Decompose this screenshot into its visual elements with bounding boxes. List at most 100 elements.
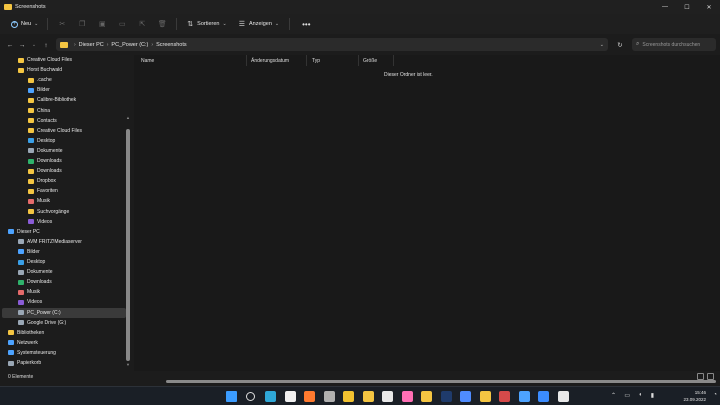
volume-icon[interactable]: ◖	[638, 392, 642, 398]
sidebar-item[interactable]: Videos	[2, 297, 126, 307]
details-view-icon[interactable]	[697, 373, 704, 380]
taskbar-clock[interactable]: 15:46 23.09.2022	[683, 389, 706, 403]
sidebar-item[interactable]: Horst Buchwald	[2, 65, 126, 75]
tray-chevron-icon[interactable]: ⌃	[611, 392, 616, 399]
battery-icon[interactable]: ▮	[651, 392, 654, 399]
sidebar-item[interactable]: Musik	[2, 287, 126, 297]
sidebar-item[interactable]: Netzwerk	[2, 338, 126, 348]
sidebar-item[interactable]: Downloads	[2, 277, 126, 287]
column-header-date[interactable]: Änderungsdatum	[251, 55, 289, 66]
sidebar-item[interactable]: Contacts	[2, 116, 126, 126]
sidebar-scrollbar[interactable]	[126, 129, 130, 361]
sidebar-item[interactable]: Downloads	[2, 156, 126, 166]
delete-icon[interactable]: 🗑	[152, 17, 172, 31]
documents-folder-icon	[28, 148, 34, 154]
app-icon[interactable]	[479, 391, 491, 402]
app-icon[interactable]	[499, 391, 510, 402]
media-server-icon	[18, 239, 24, 245]
search-box[interactable]: ⌕	[632, 38, 716, 51]
forward-arrow-icon[interactable]: →	[16, 38, 28, 52]
horizontal-scrollbar[interactable]	[166, 380, 716, 383]
sidebar-item[interactable]: Videos	[2, 217, 126, 227]
explorer-icon[interactable]	[362, 391, 374, 402]
sidebar-item[interactable]: AVM FRITZ!Mediaserver	[2, 237, 126, 247]
sidebar-item[interactable]: China	[2, 106, 126, 116]
app-icon[interactable]	[518, 391, 530, 402]
breadcrumb-drive[interactable]: PC_Power (C:)	[111, 42, 148, 48]
sidebar-item[interactable]: Creative Cloud Files	[2, 55, 126, 65]
sidebar-item[interactable]: Calibre-Bibliothek	[2, 95, 126, 105]
edge-icon[interactable]	[265, 391, 276, 402]
address-dropdown-icon[interactable]: ⌄	[600, 42, 604, 48]
sidebar-item[interactable]: Bilder	[2, 247, 126, 257]
sidebar-item[interactable]: Bibliotheken	[2, 328, 126, 338]
breadcrumb-screenshots[interactable]: Screenshots	[156, 42, 187, 48]
sidebar-item[interactable]: Downloads	[2, 166, 126, 176]
paint-icon[interactable]	[401, 391, 413, 402]
close-button[interactable]: ✕	[698, 0, 720, 14]
app-icon[interactable]	[557, 391, 569, 402]
photos-icon[interactable]	[382, 391, 393, 402]
sidebar-item[interactable]: Dropbox	[2, 176, 126, 186]
column-header-type[interactable]: Typ	[312, 55, 320, 66]
breadcrumb-this-pc[interactable]: Dieser PC	[79, 42, 104, 48]
tiles-view-icon[interactable]	[707, 373, 714, 380]
sidebar-item[interactable]: Dokumente	[2, 267, 126, 277]
sidebar-item[interactable]: Desktop	[2, 136, 126, 146]
firefox-icon[interactable]	[304, 391, 315, 402]
network-tray-icon[interactable]: ▭	[624, 392, 630, 399]
maximize-button[interactable]: ☐	[676, 0, 698, 14]
sort-button[interactable]: ⇅ Sortieren ⌄	[181, 17, 232, 31]
new-button[interactable]: + Neu ⌄	[6, 17, 43, 31]
drive-icon[interactable]	[421, 391, 432, 402]
search-input[interactable]	[642, 41, 713, 48]
separator	[47, 18, 49, 30]
column-divider[interactable]	[246, 55, 247, 66]
sidebar-item[interactable]: Favoriten	[2, 186, 126, 196]
sidebar-item[interactable]: Systemsteuerung	[2, 348, 126, 358]
minimize-button[interactable]: —	[654, 0, 676, 14]
app-icon[interactable]	[460, 391, 471, 402]
paste-icon[interactable]: ▣	[92, 17, 112, 31]
up-arrow-icon[interactable]: ↑	[40, 38, 52, 52]
globe-icon[interactable]	[284, 391, 296, 402]
sidebar-item[interactable]: Dokumente	[2, 146, 126, 156]
sidebar-item[interactable]: Google Drive (G:)	[2, 318, 126, 328]
sidebar-item[interactable]: Dieser PC	[2, 227, 126, 237]
search-icon[interactable]	[245, 392, 255, 401]
windows-start-icon[interactable]	[226, 391, 237, 402]
column-divider[interactable]	[358, 55, 359, 66]
cut-icon[interactable]: ✂	[52, 17, 72, 31]
sidebar-item[interactable]: .cache	[2, 75, 126, 85]
share-icon[interactable]: ⇱	[132, 17, 152, 31]
scroll-down-icon[interactable]: ▼	[126, 362, 130, 367]
sidebar-item[interactable]: PC_Power (C:)	[2, 307, 126, 318]
column-header-size[interactable]: Größe	[363, 55, 377, 66]
more-options-button[interactable]: •••	[294, 20, 318, 29]
sidebar-item[interactable]: Musik	[2, 196, 126, 206]
view-button[interactable]: ☰ Anzeigen ⌄	[233, 17, 285, 31]
todo-icon[interactable]	[538, 391, 549, 402]
notification-icon[interactable]: ◔	[713, 392, 717, 398]
music-folder-icon	[18, 289, 24, 295]
chrome-icon[interactable]	[343, 391, 354, 402]
sidebar-item[interactable]: Creative Cloud Files	[2, 126, 126, 136]
sidebar-item[interactable]: Papierkorb	[2, 358, 126, 368]
rename-icon[interactable]: ▭	[112, 17, 132, 31]
chevron-down-icon: ⌄	[34, 21, 39, 27]
column-header-name[interactable]: Name	[141, 55, 154, 66]
recent-chevron-icon[interactable]: ⌄	[28, 38, 40, 52]
scroll-up-icon[interactable]: ▲	[126, 115, 130, 120]
photoshop-icon[interactable]	[440, 391, 452, 402]
copy-icon[interactable]: ❐	[72, 17, 92, 31]
sidebar-item[interactable]: Bilder	[2, 85, 126, 95]
column-divider[interactable]	[306, 55, 307, 66]
address-bar[interactable]: › Dieser PC › PC_Power (C:) › Screenshot…	[56, 38, 608, 51]
refresh-icon[interactable]: ↻	[614, 38, 626, 51]
chevron-down-icon: ⌄	[222, 21, 227, 27]
column-divider[interactable]	[393, 55, 394, 66]
sidebar-item[interactable]: Desktop	[2, 257, 126, 267]
back-arrow-icon[interactable]: ←	[4, 38, 16, 52]
sidebar-item[interactable]: Suchvorgänge	[2, 207, 126, 217]
app-icon[interactable]	[323, 391, 335, 402]
